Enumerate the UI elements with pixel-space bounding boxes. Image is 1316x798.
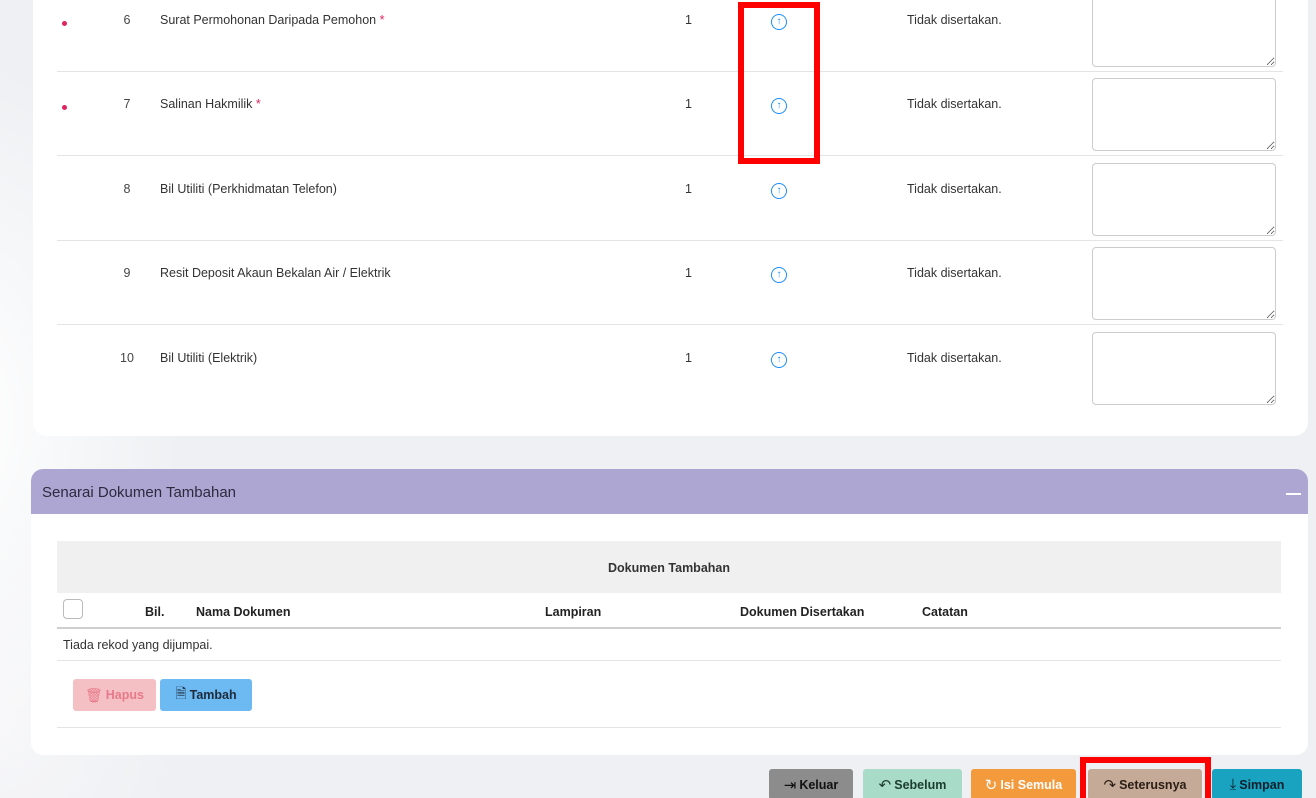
row-number: 10	[120, 351, 134, 365]
hapus-button[interactable]: 🗑 Hapus	[73, 679, 156, 711]
required-asterisk: *	[255, 97, 261, 111]
refresh-icon: ↻	[984, 776, 998, 794]
document-row: 7 Salinan Hakmilik * 1 ↑ Tidak disertaka…	[57, 72, 1283, 156]
document-name-text: Surat Permohonan Daripada Pemohon	[160, 13, 380, 27]
col-dokumen-disertakan: Dokumen Disertakan	[740, 605, 865, 619]
document-status: Tidak disertakan.	[907, 182, 1002, 196]
document-status: Tidak disertakan.	[907, 97, 1002, 111]
document-name: Resit Deposit Akaun Bekalan Air / Elektr…	[160, 266, 391, 280]
sebelum-label: Sebelum	[894, 777, 947, 792]
document-name: Salinan Hakmilik *	[160, 97, 261, 111]
hapus-label: Hapus	[105, 688, 144, 702]
required-asterisk: *	[379, 13, 385, 27]
keluar-label: Keluar	[799, 777, 839, 792]
document-row: 8 Bil Utiliti (Perkhidmatan Telefon) 1 ↑…	[57, 157, 1283, 241]
select-all-checkbox[interactable]	[63, 599, 83, 619]
simpan-label: Simpan	[1239, 777, 1285, 792]
isi-semula-button[interactable]: ↻ Isi Semula	[971, 769, 1076, 798]
row-number: 8	[123, 182, 131, 196]
document-quantity: 1	[685, 351, 692, 365]
document-quantity: 1	[685, 13, 692, 27]
document-quantity: 1	[685, 182, 692, 196]
panel-header: Senarai Dokumen Tambahan	[31, 469, 1308, 514]
trash-icon: 🗑	[85, 686, 103, 703]
document-row: 10 Bil Utiliti (Elektrik) 1 ↑ Tidak dise…	[57, 326, 1283, 410]
col-lampiran: Lampiran	[545, 605, 602, 619]
required-dot	[62, 105, 67, 110]
document-status: Tidak disertakan.	[907, 351, 1002, 365]
reply-icon: ↶	[878, 776, 892, 794]
document-row: 6 Surat Permohonan Daripada Pemohon * 1 …	[57, 0, 1283, 72]
catatan-input[interactable]	[1092, 247, 1276, 320]
document-name: Bil Utiliti (Perkhidmatan Telefon)	[160, 182, 337, 196]
sebelum-button[interactable]: ↶ Sebelum	[863, 769, 962, 798]
catatan-input[interactable]	[1092, 78, 1276, 151]
col-nama-dokumen: Nama Dokumen	[196, 605, 291, 619]
file-add-icon: 🗎	[175, 685, 187, 701]
document-name: Surat Permohonan Daripada Pemohon *	[160, 13, 384, 27]
catatan-input[interactable]	[1092, 332, 1276, 405]
required-documents-card: 6 Surat Permohonan Daripada Pemohon * 1 …	[33, 0, 1308, 436]
isi-semula-label: Isi Semula	[1000, 777, 1063, 792]
upload-icon[interactable]: ↑	[771, 183, 787, 199]
upload-icon[interactable]: ↑	[771, 352, 787, 368]
tambah-button[interactable]: 🗎 Tambah	[160, 679, 252, 711]
download-icon: ⤓	[1229, 776, 1237, 793]
document-name-text: Salinan Hakmilik	[160, 97, 256, 111]
exit-icon: ⇥	[783, 776, 797, 794]
document-row: 9 Resit Deposit Akaun Bekalan Air / Elek…	[57, 241, 1283, 325]
row-number: 9	[123, 266, 131, 280]
tambah-label: Tambah	[189, 688, 237, 702]
keluar-button[interactable]: ⇥ Keluar	[769, 769, 853, 798]
highlight-box	[1080, 757, 1211, 798]
table-header: Bil. Nama Dokumen Lampiran Dokumen Diser…	[57, 593, 1281, 629]
table-title: Dokumen Tambahan	[57, 541, 1281, 593]
document-quantity: 1	[685, 97, 692, 111]
panel-title: Senarai Dokumen Tambahan	[42, 484, 237, 501]
simpan-button[interactable]: ⤓ Simpan	[1212, 769, 1302, 798]
row-number: 7	[123, 97, 131, 111]
col-bil: Bil.	[145, 605, 165, 619]
table-actions: 🗑 Hapus 🗎 Tambah	[57, 661, 1281, 728]
required-dot	[62, 21, 67, 26]
highlight-box	[738, 2, 820, 164]
empty-message: Tiada rekod yang dijumpai.	[57, 629, 1281, 661]
additional-documents-card: Senarai Dokumen Tambahan Dokumen Tambaha…	[31, 469, 1308, 755]
document-status: Tidak disertakan.	[907, 13, 1002, 27]
catatan-input[interactable]	[1092, 0, 1276, 67]
catatan-input[interactable]	[1092, 163, 1276, 236]
document-quantity: 1	[685, 266, 692, 280]
collapse-icon[interactable]	[1286, 493, 1301, 495]
upload-icon[interactable]: ↑	[771, 267, 787, 283]
document-status: Tidak disertakan.	[907, 266, 1002, 280]
row-number: 6	[123, 13, 131, 27]
col-catatan: Catatan	[922, 605, 968, 619]
document-name: Bil Utiliti (Elektrik)	[160, 351, 258, 365]
